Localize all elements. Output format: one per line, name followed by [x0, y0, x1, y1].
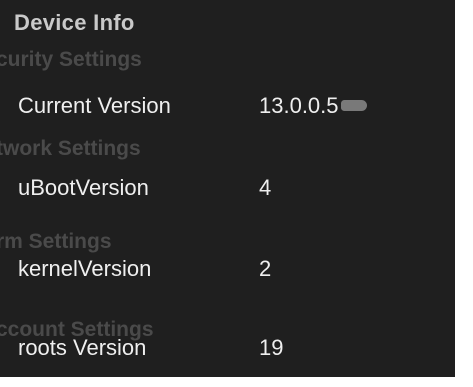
current-version-value: 13.0.0.5 [259, 93, 367, 119]
current-version-text: 13.0.0.5 [259, 93, 339, 118]
kernel-version-value: 2 [259, 256, 272, 281]
ghost-header-network: twork Settings [0, 137, 141, 160]
roots-version-label: roots Version [18, 335, 147, 360]
obscured-smudge [340, 100, 367, 111]
device-info-panel: Device Info curity Settings twork Settin… [0, 0, 455, 377]
ghost-header-security: curity Settings [0, 48, 142, 71]
uboot-version-label: uBootVersion [18, 175, 149, 200]
uboot-version-value: 4 [259, 175, 272, 200]
panel-title: Device Info [14, 10, 135, 35]
ghost-header-alarm: rm Settings [0, 230, 112, 253]
roots-version-value: 19 [259, 335, 284, 360]
current-version-label: Current Version [18, 93, 171, 118]
kernel-version-label: kernelVersion [18, 256, 152, 281]
